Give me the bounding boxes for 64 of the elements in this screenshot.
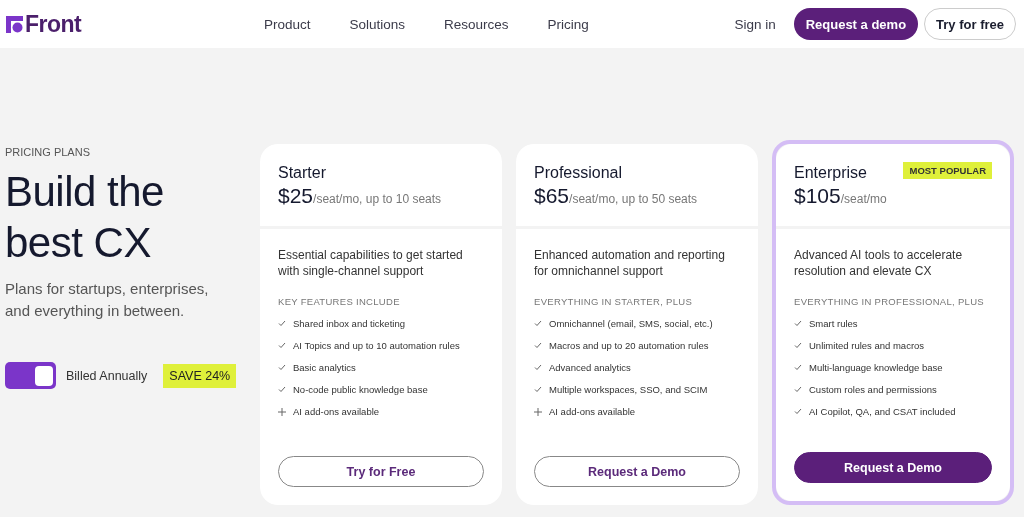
check-icon (534, 320, 542, 327)
feature-text: Smart rules (809, 318, 858, 329)
nav-link[interactable]: Solutions (349, 16, 406, 32)
logo-text[interactable]: Front (25, 10, 82, 38)
check-icon (278, 364, 286, 371)
feature-text: Macros and up to 20 automation rules (549, 340, 709, 351)
popular-badge: MOST POPULAR (903, 162, 992, 179)
check-icon (534, 342, 542, 349)
price-note: /seat/mo, up to 10 seats (313, 192, 442, 206)
plan-description: Advanced AI tools to accelerate resolution and elevate CX (794, 247, 964, 279)
feature-text: No-code public knowledge base (293, 384, 428, 395)
features-heading: EVERYTHING IN STARTER, PLUS (534, 296, 694, 307)
feature-text: Advanced analytics (549, 362, 631, 373)
nav-link[interactable]: Resources (444, 16, 509, 32)
feature-text: AI add-ons available (549, 406, 636, 417)
price-note: /seat/mo, up to 50 seats (569, 192, 698, 206)
check-icon (794, 364, 802, 371)
plan-name: Professional (534, 164, 623, 182)
request-demo-button[interactable]: Request a demo (793, 8, 919, 40)
subtitle: Plans for startups, enterprises, and everything in between. (5, 279, 210, 321)
try-free-button[interactable]: Try for free (924, 8, 1016, 40)
check-icon (278, 320, 286, 327)
sign-in-link[interactable]: Sign in (734, 16, 776, 32)
feature-text: Shared inbox and ticketing (293, 318, 405, 329)
check-icon (794, 342, 802, 349)
check-icon (794, 386, 802, 393)
feature-text: Basic analytics (293, 362, 356, 373)
plan-price: $25 (278, 184, 314, 208)
toggle-label: Billed Annually (66, 368, 148, 383)
page-title: Build the best CX (5, 167, 165, 268)
feature-text: Omnichannel (email, SMS, social, etc.) (549, 318, 713, 329)
nav-link[interactable]: Product (264, 16, 311, 32)
plan-description: Enhanced automation and reporting for omnichannel support (534, 247, 726, 279)
plan-button[interactable]: Request a Demo (534, 456, 740, 487)
feature-text: Custom roles and permissions (809, 384, 937, 395)
save-badge: SAVE 24% (163, 363, 237, 388)
plus-icon (534, 407, 542, 416)
eyebrow-label: PRICING PLANS (5, 146, 91, 158)
feature-text: AI add-ons available (293, 406, 380, 417)
price-note: /seat/mo (840, 192, 887, 206)
feature-text: AI Topics and up to 10 automation rules (293, 340, 460, 351)
plus-icon (278, 407, 286, 416)
plan-name: Starter (278, 164, 326, 182)
feature-text: Unlimited rules and macros (809, 340, 925, 351)
check-icon (794, 408, 802, 415)
plan-price: $105 (794, 184, 841, 208)
logo-icon (6, 15, 23, 33)
feature-text: Multi-language knowledge base (809, 362, 943, 373)
plan-price: $65 (534, 184, 570, 208)
check-icon (534, 364, 542, 371)
feature-text: AI Copilot, QA, and CSAT included (809, 406, 956, 417)
billing-toggle[interactable] (5, 362, 56, 389)
check-icon (278, 342, 286, 349)
check-icon (278, 386, 286, 393)
check-icon (534, 386, 542, 393)
check-icon (794, 320, 802, 327)
plan-button[interactable]: Try for Free (278, 456, 484, 487)
plan-button[interactable]: Request a Demo (794, 452, 992, 483)
feature-text: Multiple workspaces, SSO, and SCIM (549, 384, 708, 395)
plan-description: Essential capabilities to get started with single-channel support (278, 247, 464, 279)
features-heading: KEY FEATURES INCLUDE (278, 296, 401, 307)
nav-link[interactable]: Pricing (547, 16, 589, 32)
plan-name: Enterprise (794, 164, 867, 182)
features-heading: EVERYTHING IN PROFESSIONAL, PLUS (794, 296, 985, 307)
